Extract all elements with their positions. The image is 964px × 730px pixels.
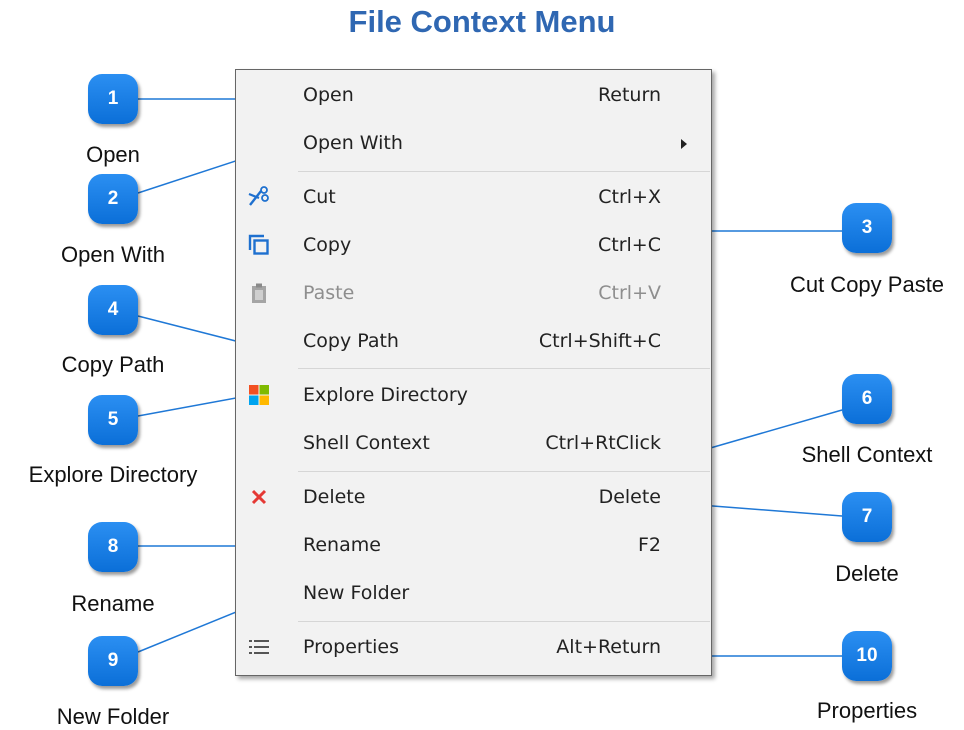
- scissors-icon: [246, 184, 272, 210]
- menu-item-shortcut: Ctrl+V: [598, 282, 661, 304]
- callout-label-open: Open: [86, 142, 140, 167]
- callout-label-new-folder: New Folder: [56, 704, 170, 729]
- callout-label-explore-directory: Explore Directory: [28, 462, 198, 487]
- menu-item-label: Explore Directory: [303, 384, 468, 406]
- menu-item-open[interactable]: Open Return: [236, 76, 711, 116]
- menu-item-delete[interactable]: Delete Delete: [236, 478, 711, 518]
- menu-item-label: Delete: [303, 486, 366, 508]
- callout-badge-10: 10: [842, 631, 892, 681]
- callout-label-delete: Delete: [835, 561, 899, 586]
- callout-badge-5: 5: [88, 395, 138, 445]
- menu-separator: [298, 471, 710, 472]
- menu-item-shortcut: Ctrl+X: [598, 186, 661, 208]
- clipboard-icon: [246, 280, 272, 306]
- callout-label-shell-context: Shell Context: [801, 442, 933, 467]
- menu-item-open-with[interactable]: Open With: [236, 124, 711, 164]
- menu-item-label: Paste: [303, 282, 355, 304]
- menu-item-shortcut: Ctrl+C: [598, 234, 661, 256]
- menu-item-copy[interactable]: Copy Ctrl+C: [236, 226, 711, 266]
- list-icon: [246, 634, 272, 660]
- menu-item-shortcut: Delete: [598, 486, 661, 508]
- menu-item-shortcut: Return: [597, 84, 661, 106]
- menu-separator: [298, 368, 710, 369]
- menu-separator: [298, 171, 710, 172]
- menu-item-label: Properties: [303, 636, 400, 658]
- menu-item-rename[interactable]: Rename F2: [236, 526, 711, 566]
- connector-line-7: [699, 504, 843, 517]
- menu-item-properties[interactable]: Properties Alt+Return: [236, 628, 711, 668]
- menu-item-label: Shell Context: [303, 432, 430, 454]
- menu-item-paste[interactable]: Paste Ctrl+V: [236, 274, 711, 314]
- delete-x-icon: [246, 484, 272, 510]
- callout-badge-9: 9: [88, 636, 138, 686]
- callout-badge-4: 4: [88, 285, 138, 335]
- context-menu: Open Return Open With Cut Ctrl+X Copy Ct…: [235, 69, 712, 676]
- menu-item-shortcut: Ctrl+RtClick: [545, 432, 661, 454]
- callout-badge-2: 2: [88, 174, 138, 224]
- callout-badge-1: 1: [88, 74, 138, 124]
- menu-item-label: New Folder: [303, 582, 410, 604]
- callout-label-open-with: Open With: [61, 242, 165, 267]
- menu-item-label: Rename: [303, 534, 381, 556]
- menu-item-label: Open With: [303, 132, 403, 154]
- menu-item-shortcut: F2: [637, 534, 661, 556]
- callout-badge-7: 7: [842, 492, 892, 542]
- menu-separator: [298, 621, 710, 622]
- menu-item-cut[interactable]: Cut Ctrl+X: [236, 178, 711, 218]
- menu-item-explore-directory[interactable]: Explore Directory: [236, 376, 711, 416]
- callout-label-cut-copy-paste: Cut Copy Paste: [789, 272, 945, 297]
- copy-icon: [246, 232, 272, 258]
- menu-item-label: Open: [303, 84, 354, 106]
- callout-badge-6: 6: [842, 374, 892, 424]
- callout-label-properties: Properties: [816, 698, 918, 723]
- submenu-arrow-icon: [681, 139, 687, 149]
- menu-item-label: Copy Path: [303, 330, 399, 352]
- menu-item-copy-path[interactable]: Copy Path Ctrl+Shift+C: [236, 322, 711, 362]
- menu-item-shell-context[interactable]: Shell Context Ctrl+RtClick: [236, 424, 711, 464]
- callout-badge-8: 8: [88, 522, 138, 572]
- menu-item-label: Copy: [303, 234, 352, 256]
- callout-label-rename: Rename: [71, 591, 155, 616]
- callout-label-copy-path: Copy Path: [61, 352, 165, 377]
- menu-item-shortcut: Alt+Return: [556, 636, 661, 658]
- menu-item-label: Cut: [303, 186, 336, 208]
- callout-badge-3: 3: [842, 203, 892, 253]
- menu-item-shortcut: Ctrl+Shift+C: [538, 330, 661, 352]
- windows-logo-icon: [246, 382, 272, 408]
- diagram: File Context Menu Open Return Open With: [0, 0, 964, 729]
- menu-item-new-folder[interactable]: New Folder: [236, 574, 711, 614]
